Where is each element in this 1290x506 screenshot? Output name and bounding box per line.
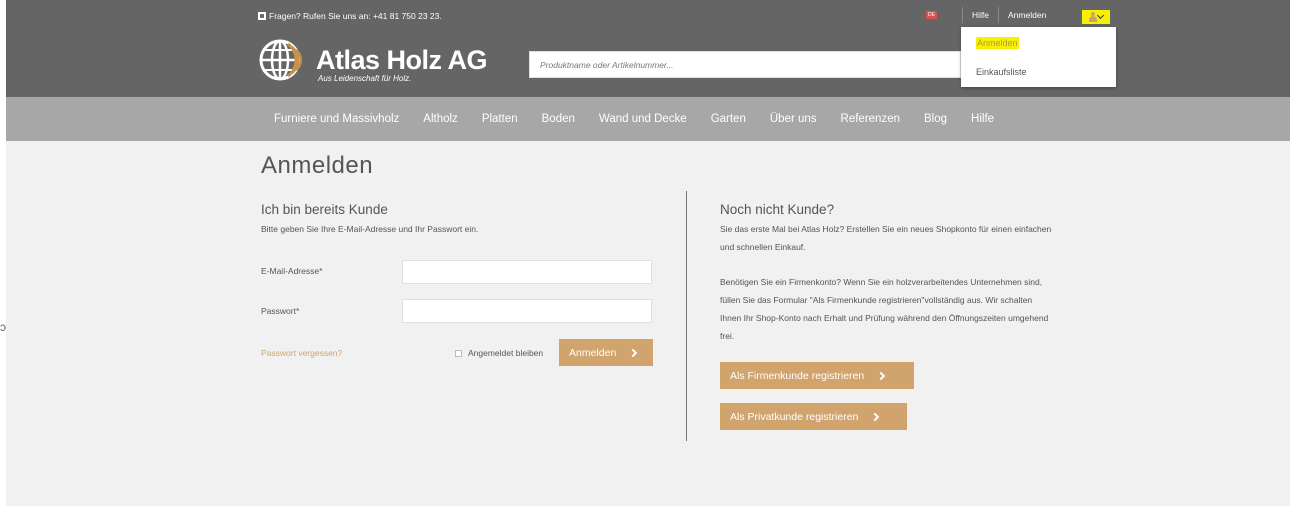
chevron-right-icon (871, 412, 880, 421)
register-intro-line2: und schnellen Einkauf. (720, 242, 806, 252)
page-frame: Fragen? Rufen Sie uns an: +41 81 750 23 … (6, 0, 1290, 506)
account-button[interactable] (1076, 5, 1115, 29)
login-heading: Ich bin bereits Kunde (261, 202, 388, 217)
logo[interactable]: Atlas Holz AG Aus Leidenschaft für Holz. (258, 38, 488, 92)
nav-item-altholz[interactable]: Altholz (423, 113, 458, 125)
main-content: Anmelden Ich bin bereits Kunde Bitte geb… (6, 141, 1290, 506)
user-icon (1088, 12, 1097, 22)
language-flag-icon[interactable]: DE (926, 11, 937, 19)
logo-tagline: Aus Leidenschaft für Holz. (318, 74, 412, 83)
topbar-menu: DE Hilfe Anmelden (926, 3, 1055, 27)
register-private-label: Als Privatkunde registrieren (730, 410, 859, 423)
nav-item-ueber-uns[interactable]: Über uns (770, 113, 817, 125)
register-business-button[interactable]: Als Firmenkunde registrieren (720, 362, 914, 389)
contact-text: Fragen? Rufen Sie uns an: +41 81 750 23 … (269, 11, 442, 21)
business-text-line3: Ihnen Ihr Shop-Konto nach Erhalt und Prü… (720, 313, 1049, 323)
nav-item-referenzen[interactable]: Referenzen (841, 113, 900, 125)
page-title: Anmelden (261, 152, 374, 179)
chevron-down-icon (1096, 11, 1104, 20)
account-dropdown: Anmelden Einkaufsliste (961, 27, 1116, 87)
login-link[interactable]: Anmelden (999, 10, 1055, 20)
remember-checkbox[interactable] (455, 349, 462, 357)
nav-item-garten[interactable]: Garten (711, 113, 746, 125)
nav-item-blog[interactable]: Blog (924, 113, 947, 125)
chevron-right-icon (876, 371, 886, 380)
nav-items: Furniere und Massivholz Altholz Platten … (274, 97, 1018, 141)
nav-item-wand-und-decke[interactable]: Wand und Decke (599, 113, 687, 125)
globe-logo-icon (259, 39, 302, 81)
password-field-wrapper (402, 299, 652, 323)
dropdown-item-shopping-list[interactable]: Einkaufsliste (976, 67, 1027, 77)
logo-title: Atlas Holz AG (316, 45, 488, 75)
email-field[interactable] (403, 261, 651, 283)
forgot-password-link[interactable]: Passwort vergessen? (261, 348, 342, 358)
dropdown-item-login[interactable]: Anmelden (976, 37, 1019, 49)
search-input[interactable] (540, 59, 950, 70)
nav-item-hilfe[interactable]: Hilfe (971, 113, 994, 125)
email-field-wrapper (402, 260, 652, 284)
contact-info: Fragen? Rufen Sie uns an: +41 81 750 23 … (258, 11, 442, 21)
password-field[interactable] (403, 300, 651, 322)
login-submit-label: Anmelden (569, 346, 617, 359)
register-business-label: Als Firmenkunde registrieren (730, 369, 865, 382)
business-text-line4: frei. (720, 331, 735, 341)
phone-icon (258, 12, 266, 20)
account-highlight (1081, 10, 1110, 24)
help-link[interactable]: Hilfe (963, 10, 998, 20)
nav-item-furniere[interactable]: Furniere und Massivholz (274, 113, 399, 125)
chevron-right-icon (629, 348, 638, 357)
logo-text: Atlas Holz AG Aus Leidenschaft für Holz. (316, 45, 488, 83)
login-submit-button[interactable]: Anmelden (559, 339, 653, 366)
password-label: Passwort* (261, 306, 300, 316)
nav-item-platten[interactable]: Platten (482, 113, 518, 125)
remember-me[interactable]: Angemeldet bleiben (455, 348, 543, 358)
register-intro-line1: Sie das erste Mal bei Atlas Holz? Erstel… (720, 224, 1052, 234)
main-nav: Furniere und Massivholz Altholz Platten … (6, 97, 1290, 141)
business-text-line1: Benötigen Sie ein Firmenkonto? Wenn Sie … (720, 277, 1043, 287)
nav-item-boden[interactable]: Boden (542, 113, 575, 125)
register-heading: Noch nicht Kunde? (720, 202, 835, 217)
business-text-line2: füllen Sie das Formular "Als Firmenkunde… (720, 295, 1033, 305)
column-divider (686, 191, 687, 441)
register-private-button[interactable]: Als Privatkunde registrieren (720, 403, 907, 430)
search-box[interactable] (529, 51, 961, 78)
email-label: E-Mail-Adresse* (261, 266, 323, 276)
remember-label: Angemeldet bleiben (468, 348, 544, 358)
login-intro: Bitte geben Sie Ihre E-Mail-Adresse und … (261, 224, 479, 234)
